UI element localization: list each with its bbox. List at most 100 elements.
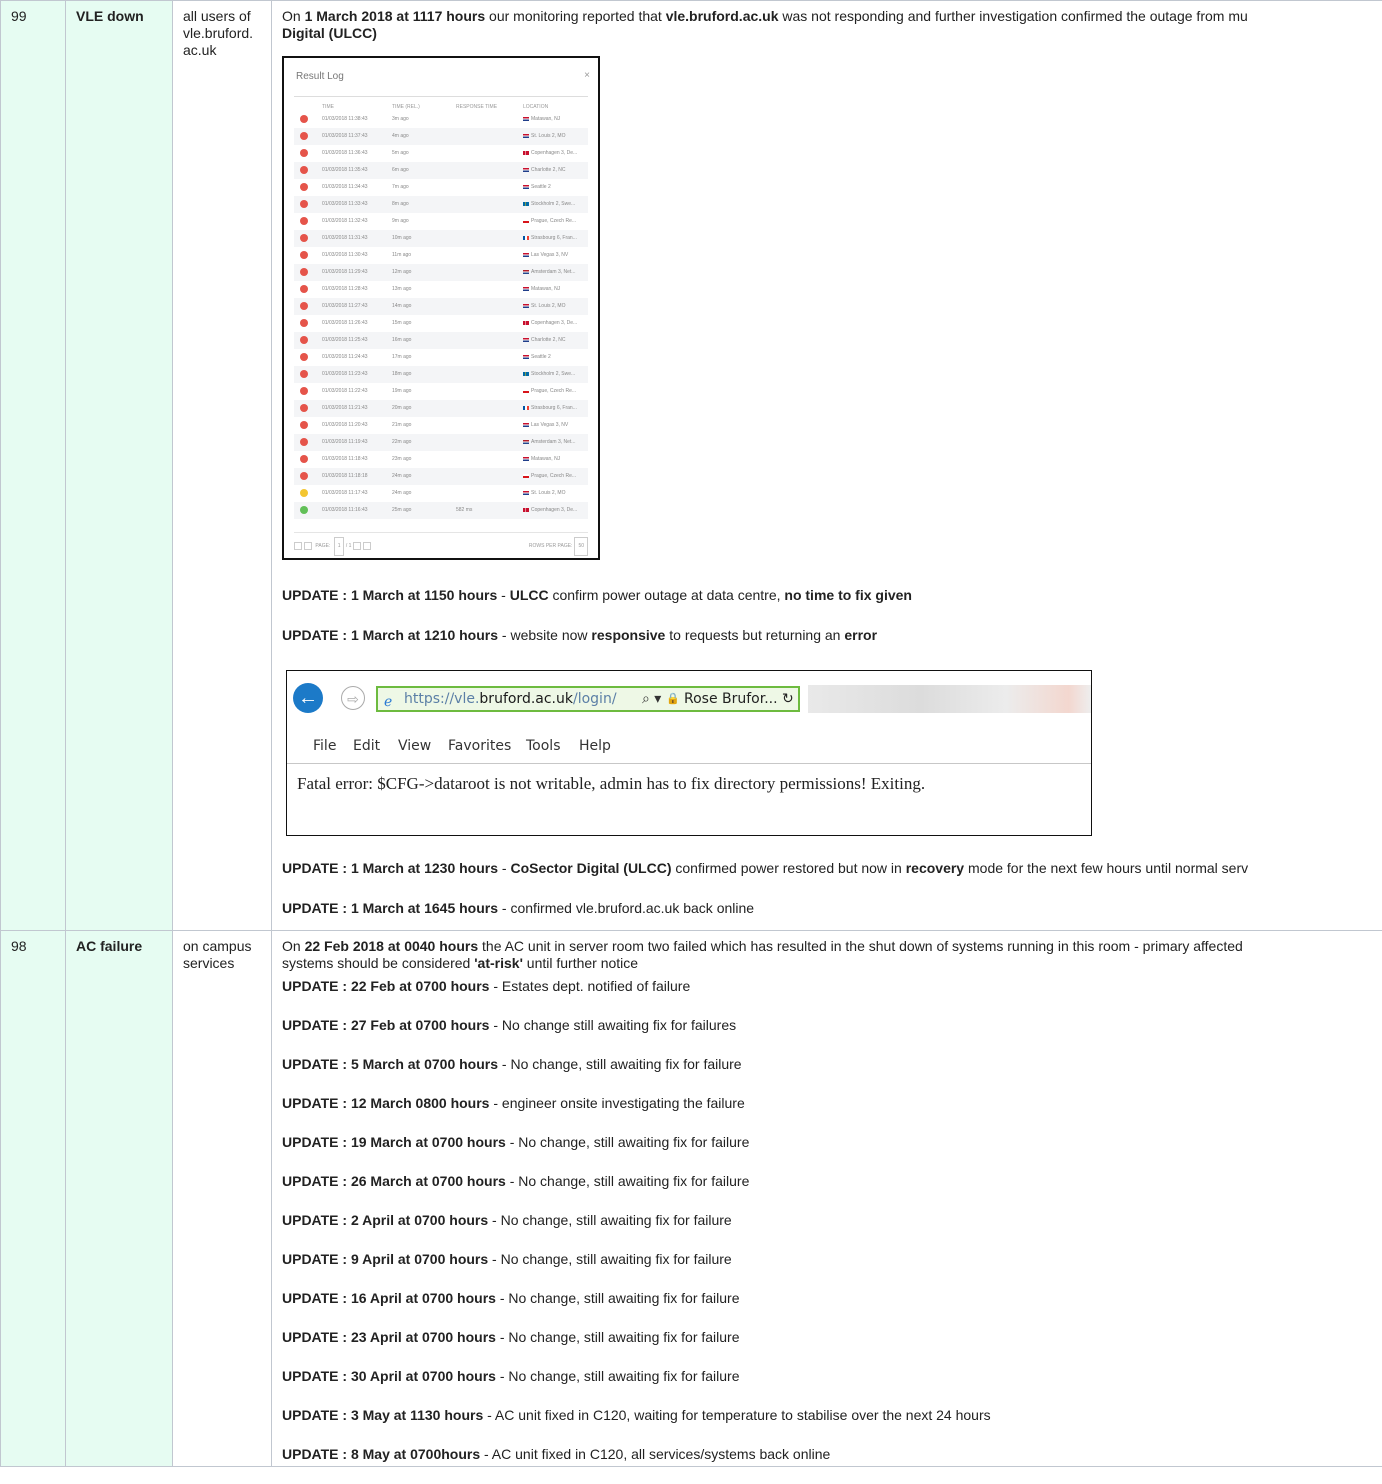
flag-nl-icon: [523, 269, 529, 274]
menu-edit: Edit: [353, 738, 381, 754]
url-path: /login/: [573, 691, 617, 707]
result-log-row: 01/03/2018 11:17:43 24m ago St. Louis 2, M…: [294, 485, 588, 502]
status-red-icon: [300, 251, 308, 259]
row-time-rel: 12m ago: [392, 269, 412, 275]
row-location: Prague, Czech Re...: [523, 468, 576, 485]
row-time-rel: 22m ago: [392, 439, 412, 445]
status-red-icon: [300, 217, 308, 225]
row-time-rel: 21m ago: [392, 422, 412, 428]
result-log-row: 01/03/2018 11:20:43 21m ago Las Vegas 3, N…: [294, 417, 588, 434]
status-red-icon: [300, 234, 308, 242]
status-red-icon: [300, 132, 308, 140]
flag-fr-icon: [523, 235, 529, 240]
site-identity: Rose Brufor... ↻: [684, 688, 794, 710]
update-time: UPDATE : 26 March at 0700 hours: [282, 1173, 506, 1189]
close-icon: ×: [584, 70, 590, 81]
status-red-icon: [300, 336, 308, 344]
status-red-icon: [300, 387, 308, 395]
status-red-icon: [300, 319, 308, 327]
update-bold: recovery: [905, 860, 965, 876]
result-log-pager: PAGE: 1 / 1 ROWS PER PAGE: 50: [294, 532, 588, 556]
flag-dk-icon: [523, 150, 529, 155]
row-time-rel: 3m ago: [392, 116, 409, 122]
row-location-text: Copenhagen 3, De...: [531, 150, 578, 156]
row-location: Strasbourg 6, Fran...: [523, 400, 577, 417]
affected-line: vle.bruford.: [183, 25, 254, 41]
row-location: Prague, Czech Re...: [523, 383, 576, 400]
row-location-text: Stockholm 2, Swe...: [531, 371, 576, 377]
update-line: UPDATE : 19 March at 0700 hours - No cha…: [282, 1134, 1382, 1173]
status-red-icon: [300, 268, 308, 276]
intro-text: was not responding and further investiga…: [778, 8, 1248, 24]
result-log-row: 01/03/2018 11:18:43 23m ago Matawan, NJ: [294, 451, 588, 468]
row-location-text: Copenhagen 3, De...: [531, 320, 578, 326]
status-red-icon: [300, 421, 308, 429]
row-location: Amsterdam 3, Net...: [523, 434, 575, 451]
incident-affected: on campus services: [172, 930, 272, 1467]
row-location-text: Seattle 2: [531, 354, 551, 360]
update-time: UPDATE : 3 May at 1130 hours: [282, 1407, 484, 1423]
affected-line: ac.uk: [183, 42, 217, 58]
flag-us-icon: [523, 490, 529, 495]
result-log-title: Result Log: [296, 71, 344, 82]
row-time: 01/03/2018 11:22:43: [322, 388, 368, 394]
update-line: UPDATE : 1 March at 1210 hours - website…: [282, 627, 1382, 670]
row-time-rel: 5m ago: [392, 150, 409, 156]
update-line: UPDATE : 1 March at 1150 hours - ULCC co…: [282, 587, 1382, 627]
intro-text: On: [282, 938, 305, 954]
status-red-icon: [300, 115, 308, 123]
update-time: UPDATE : 22 Feb at 0700 hours: [282, 978, 490, 994]
row-location: Matawan, NJ: [523, 451, 560, 468]
row-time: 01/03/2018 11:35:43: [322, 167, 368, 173]
update-time: UPDATE : 9 April at 0700 hours: [282, 1251, 489, 1267]
update-text: - engineer onsite investigating the fail…: [489, 1095, 745, 1111]
row-time-rel: 20m ago: [392, 405, 412, 411]
rows-per-page: ROWS PER PAGE: 50: [529, 537, 588, 556]
result-log-row: 01/03/2018 11:34:43 7m ago Seattle 2: [294, 179, 588, 196]
row-location: Stockholm 2, Swe...: [523, 366, 575, 383]
row-time: 01/03/2018 11:29:43: [322, 269, 368, 275]
row-time-rel: 6m ago: [392, 167, 409, 173]
intro-bold: 'at-risk': [474, 955, 523, 971]
browser-toolbar: ← ⇨ ℯ https://vle.bruford.ac.uk/login/ ⌕…: [287, 671, 1091, 713]
intro-text: the AC unit in server room two failed wh…: [478, 938, 1243, 954]
search-icon: ⌕ ▾: [642, 691, 662, 707]
result-log-row: 01/03/2018 11:38:43 3m ago Matawan, NJ: [294, 111, 588, 128]
prev-page-icon: [304, 541, 312, 550]
row-time-rel: 25m ago: [392, 507, 412, 513]
row-location-text: St. Louis 2, MO: [531, 490, 566, 496]
update-sep: -: [498, 860, 511, 876]
incident-details: On 22 Feb 2018 at 0040 hours the AC unit…: [271, 930, 1382, 1467]
affected-line: on campus: [183, 938, 252, 954]
row-location: St. Louis 2, MO: [523, 485, 565, 502]
affected-line: all users of: [183, 8, 251, 24]
result-log-row: 01/03/2018 11:31:43 10m ago Strasbourg 6, …: [294, 230, 588, 247]
result-log-row: 01/03/2018 11:32:43 9m ago Prague, Czech R…: [294, 213, 588, 230]
intro-text: On: [282, 8, 305, 24]
row-location-text: Matawan, NJ: [531, 456, 561, 462]
incident-number: 99: [0, 0, 66, 931]
status-red-icon: [300, 285, 308, 293]
update-line: UPDATE : 3 May at 1130 hours - AC unit f…: [282, 1407, 1382, 1446]
row-time: 01/03/2018 11:18:43: [322, 456, 368, 462]
intro-bold: vle.bruford.ac.uk: [665, 8, 779, 24]
update-text: - No change, still awaiting fix for fail…: [488, 1251, 732, 1267]
divider: [287, 763, 1091, 764]
update-time: UPDATE : 30 April at 0700 hours: [282, 1368, 496, 1384]
flag-dk-icon: [523, 507, 529, 512]
row-time-rel: 8m ago: [392, 201, 409, 207]
status-red-icon: [300, 404, 308, 412]
update-time: UPDATE : 12 March 0800 hours: [282, 1095, 490, 1111]
update-time: UPDATE : 19 March at 0700 hours: [282, 1134, 506, 1150]
update-bold: ULCC: [509, 587, 549, 603]
refresh-icon: ↻: [782, 691, 794, 707]
result-log-row: 01/03/2018 11:16:43 25m ago 582 ms Copenhag…: [294, 502, 588, 519]
update-line: UPDATE : 9 April at 0700 hours - No chan…: [282, 1251, 1382, 1290]
result-log-row: 01/03/2018 11:35:43 6m ago Charlotte 2, NC: [294, 162, 588, 179]
row-location: Charlotte 2, NC: [523, 332, 565, 349]
row-location: Amsterdam 3, Net...: [523, 264, 575, 281]
menu-file: File: [313, 738, 337, 754]
row-location-text: Amsterdam 3, Net...: [531, 269, 576, 275]
result-log-row: 01/03/2018 11:23:43 18m ago Stockholm 2, S…: [294, 366, 588, 383]
update-time: UPDATE : 23 April at 0700 hours: [282, 1329, 496, 1345]
